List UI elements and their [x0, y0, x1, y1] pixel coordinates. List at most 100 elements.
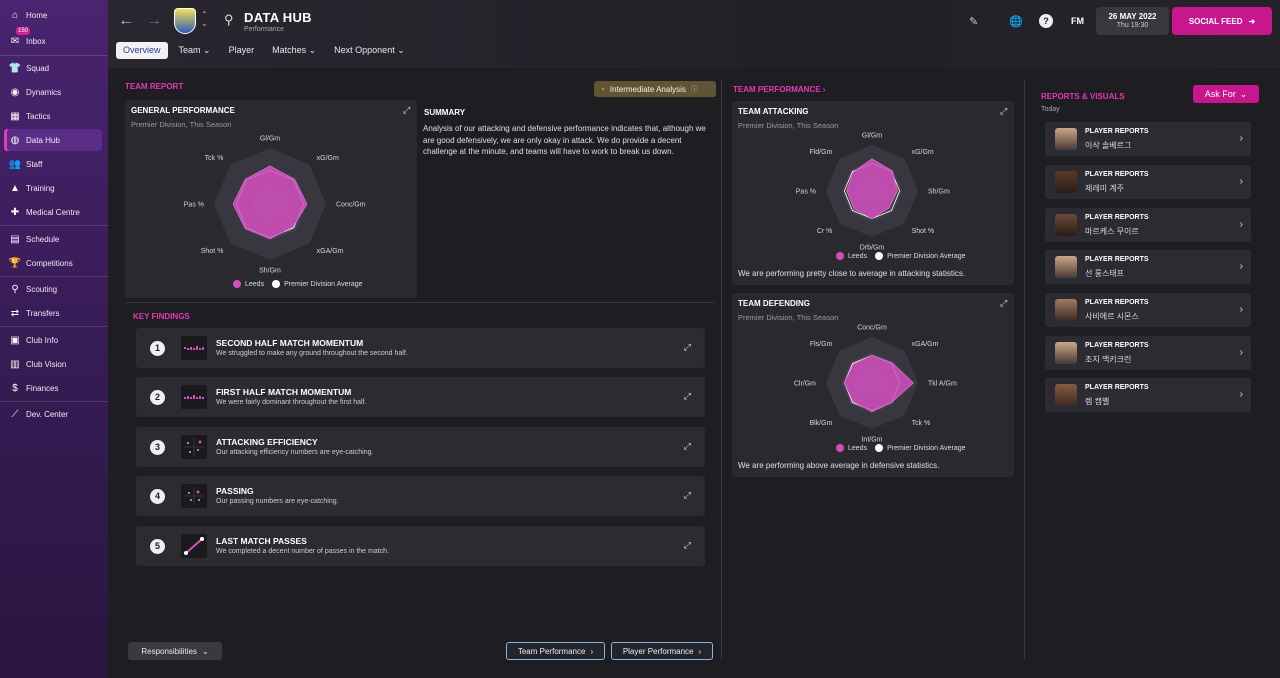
finding-item[interactable]: 2 FIRST HALF MATCH MOMENTUM We were fair…: [136, 377, 705, 417]
dynamics-icon: ◉: [10, 86, 20, 98]
average-legend-dot: [875, 252, 884, 260]
medical-icon: ✚: [10, 206, 20, 218]
team-report-title: TEAM REPORT: [125, 82, 184, 91]
summary-text: Analysis of our attacking and defensive …: [423, 124, 706, 156]
page-subtitle: Performance: [244, 26, 285, 33]
reports-today: Today: [1041, 106, 1060, 113]
globe-icon[interactable]: 🌐: [1009, 15, 1023, 28]
radar-axis-label: Conc/Gm: [336, 202, 366, 209]
trophy-icon: 🏆: [8, 257, 22, 269]
sidebar-item-home[interactable]: ⌂ Home: [4, 4, 102, 26]
player-avatar: [1055, 342, 1077, 364]
chevron-right-icon: ›: [698, 646, 702, 656]
expand-icon[interactable]: ⤢: [684, 342, 691, 353]
player-report-row[interactable]: PLAYER REPORTS 사비에르 시몬스 ›: [1045, 293, 1251, 327]
player-report-row[interactable]: PLAYER REPORTS 제레미 계주 ›: [1045, 165, 1251, 199]
finding-item[interactable]: 1 SECOND HALF MATCH MOMENTUM We struggle…: [136, 328, 705, 368]
radar-axis-label: Pas %: [796, 189, 816, 196]
club-vision-icon: ▥: [10, 358, 20, 370]
sidebar-item-schedule[interactable]: ▤ Schedule: [4, 228, 102, 250]
edit-icon[interactable]: ✎: [969, 15, 978, 28]
club-info-icon: ▣: [10, 334, 20, 346]
responsibilities-button[interactable]: Responsibilities ⌄: [128, 642, 222, 660]
chevron-right-icon: ›: [1239, 389, 1243, 400]
player-performance-button[interactable]: Player Performance ›: [611, 642, 713, 660]
sidebar-item-scouting[interactable]: ⚲ Scouting: [4, 278, 102, 300]
sidebar-item-tactics[interactable]: ▦ Tactics: [4, 105, 102, 127]
chevron-right-icon: ›: [1239, 261, 1243, 272]
radar-axis-label: Sh/Gm: [259, 268, 281, 275]
radar-axis-label: Gl/Gm: [260, 136, 280, 143]
expand-icon[interactable]: ⤢: [684, 441, 691, 452]
player-report-row[interactable]: PLAYER REPORTS 이삭 솔베르그 ›: [1045, 122, 1251, 156]
team-attacking-card: TEAM ATTACKING Premier Division, This Se…: [732, 101, 1014, 285]
player-avatar: [1055, 128, 1077, 150]
transfers-icon: ⇄: [10, 307, 20, 319]
team-defending-card: TEAM DEFENDING Premier Division, This Se…: [732, 293, 1014, 477]
radar-axis-label: Shot %: [912, 228, 935, 235]
data-hub-icon: ◍: [10, 134, 20, 146]
back-arrow-icon[interactable]: ←: [118, 12, 134, 30]
expand-icon[interactable]: ⤢: [684, 391, 691, 402]
radar-axis-label: xG/Gm: [317, 155, 339, 162]
sidebar-item-squad[interactable]: 👕 Squad: [4, 57, 102, 79]
team-performance-button[interactable]: Team Performance ›: [506, 642, 605, 660]
fm-menu[interactable]: FM: [1071, 16, 1084, 26]
player-avatar: [1055, 214, 1077, 236]
tab-next-opponent[interactable]: Next Opponent ⌄: [327, 42, 412, 59]
social-feed-button[interactable]: SOCIAL FEED ➜: [1172, 7, 1272, 35]
forward-arrow-icon[interactable]: →: [146, 12, 162, 30]
finding-item[interactable]: 4 PASSING Our passing numbers are eye-ca…: [136, 476, 705, 516]
player-report-row[interactable]: PLAYER REPORTS 렘 캠벨 ›: [1045, 378, 1251, 412]
finances-icon: $: [12, 382, 18, 394]
main-content: TEAM REPORT ◔ Intermediate Analysis ⓘ GE…: [108, 68, 1280, 678]
player-report-row[interactable]: PLAYER REPORTS 마르케스 무이르 ›: [1045, 208, 1251, 242]
help-icon[interactable]: ?: [1039, 14, 1053, 28]
radar-axis-label: xGA/Gm: [317, 248, 344, 255]
expand-icon[interactable]: ⤢: [684, 490, 691, 501]
chevron-down-icon: ⌄: [1239, 88, 1248, 99]
calendar-icon: ▤: [10, 233, 20, 245]
sidebar-item-dev-center[interactable]: ⟋ Dev. Center: [4, 403, 102, 425]
sidebar-item-competitions[interactable]: 🏆 Competitions: [4, 252, 102, 274]
player-report-row[interactable]: PLAYER REPORTS 선 룽스태프 ›: [1045, 250, 1251, 284]
sidebar-item-club-info[interactable]: ▣ Club Info: [4, 329, 102, 351]
leeds-legend-dot: [836, 252, 844, 260]
player-avatar: [1055, 256, 1077, 278]
sidebar-item-dynamics[interactable]: ◉ Dynamics: [4, 81, 102, 103]
sidebar-item-inbox[interactable]: ✉ 150 Inbox: [4, 27, 102, 52]
search-icon[interactable]: ⚲: [224, 12, 234, 28]
club-switch-icon[interactable]: ⌃ ⌄: [201, 10, 208, 28]
sidebar-item-medical-centre[interactable]: ✚ Medical Centre: [4, 201, 102, 223]
scouting-icon: ⚲: [11, 283, 19, 295]
chevron-down-icon: ⌄: [201, 646, 209, 656]
tab-matches[interactable]: Matches ⌄: [265, 42, 323, 59]
continue-date-box[interactable]: 26 MAY 2022 Thu 19:30: [1096, 7, 1169, 35]
analysis-level-badge[interactable]: ◔ Intermediate Analysis ⓘ: [594, 81, 716, 97]
tab-team[interactable]: Team ⌄: [172, 42, 218, 59]
expand-icon[interactable]: ⤢: [684, 540, 691, 551]
ask-for-button[interactable]: Ask For ⌄: [1193, 85, 1259, 103]
player-report-row[interactable]: PLAYER REPORTS 조지 맥키크런 ›: [1045, 336, 1251, 370]
inbox-icon: ✉: [10, 35, 20, 47]
current-date: 26 MAY 2022: [1108, 12, 1157, 21]
radar-axis-label: Clr/Gm: [794, 381, 816, 388]
leeds-legend-dot: [836, 444, 844, 452]
team-performance-link[interactable]: TEAM PERFORMANCE ›: [733, 85, 825, 94]
club-crest[interactable]: [174, 8, 196, 34]
sidebar-item-club-vision[interactable]: ▥ Club Vision: [4, 353, 102, 375]
average-legend-dot: [272, 280, 281, 288]
leeds-legend-dot: [233, 280, 241, 288]
home-icon: ⌂: [11, 9, 19, 21]
sidebar-item-finances[interactable]: $ Finances: [4, 377, 102, 399]
page-title: DATA HUB: [244, 10, 312, 25]
sidebar-item-data-hub[interactable]: ◍ Data Hub: [4, 129, 102, 151]
sidebar-item-training[interactable]: ▲ Training: [4, 177, 102, 199]
tab-overview[interactable]: Overview: [116, 42, 168, 59]
sidebar-item-transfers[interactable]: ⇄ Transfers: [4, 302, 102, 324]
player-avatar: [1055, 171, 1077, 193]
sidebar-item-staff[interactable]: 👥 Staff: [4, 153, 102, 175]
tab-player[interactable]: Player: [222, 42, 262, 59]
finding-item[interactable]: 3 ATTACKING EFFICIENCY Our attacking eff…: [136, 427, 705, 467]
finding-item[interactable]: 5 LAST MATCH PASSES We completed a decen…: [136, 526, 705, 566]
